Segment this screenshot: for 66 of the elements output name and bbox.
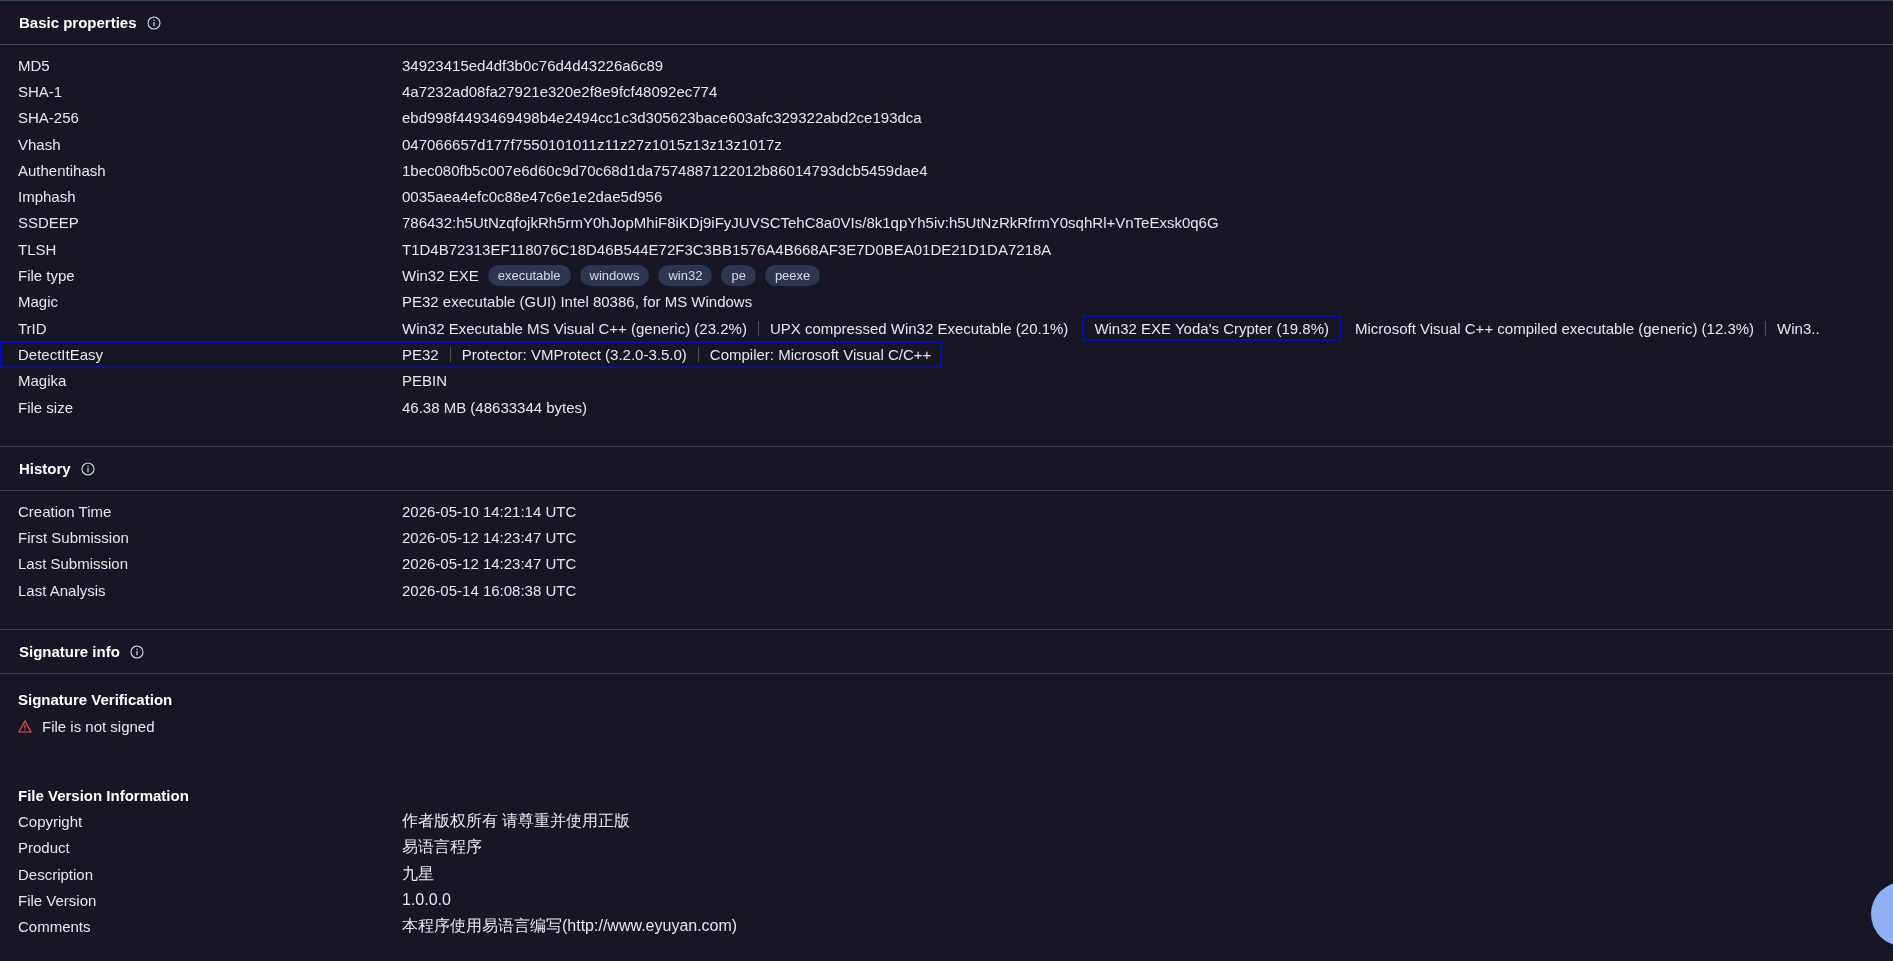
property-value: 786432:h5UtNzqfojkRh5rmY0hJopMhiF8iKDj9iFyJUVSCTehC8a0VIs/8k1qpYh5iv:h5UtNzRkRfrmY0sqhRl+VnTeExsk0q6G — [402, 214, 1219, 232]
property-value: T1D4B72313EF118076C18D46B544E72F3C3BB1576A4B668AF3E7D0BEA01DE21D1DA7218A — [402, 240, 1052, 258]
property-label: SSDEEP — [17, 214, 80, 232]
info-icon[interactable] — [146, 15, 161, 30]
property-label: SHA-1 — [17, 82, 64, 100]
property-label: MD5 — [17, 56, 51, 74]
property-label: TrID — [17, 319, 48, 337]
property-value: Win32 EXE — [402, 267, 479, 284]
property-value: Compiler: Microsoft Visual C/C++ — [708, 344, 933, 365]
property-label: File type — [17, 267, 76, 284]
property-label: Last Analysis — [17, 581, 107, 599]
highlighted-value: Win32 EXE Yoda's Crypter (19.8%) — [1082, 315, 1342, 342]
info-icon[interactable] — [80, 461, 95, 476]
property-value: 2026-05-14 16:08:38 UTC — [402, 581, 577, 599]
property-label: SHA-256 — [17, 109, 80, 127]
subsection-heading: File Version Information — [18, 785, 190, 806]
property-value: 1.0.0.0 — [402, 891, 452, 910]
property-label: File size — [17, 398, 74, 416]
property-value: ebd998f4493469498b4e2494cc1c3d305623bace603afc329322abd2ce193dca — [402, 109, 922, 127]
property-value: Protector: VMProtect (3.2.0-3.5.0) — [460, 344, 688, 365]
property-label: Authentihash — [17, 161, 107, 179]
property-label: Vhash — [17, 135, 62, 153]
tag[interactable]: executable — [487, 265, 571, 286]
property-value: Win32 Executable MS Visual C++ (generic) (23.2%) — [402, 318, 748, 339]
property-label: First Submission — [17, 529, 130, 547]
property-label: Last Submission — [17, 555, 130, 573]
tag[interactable]: pe — [721, 265, 756, 286]
property-value: 047066657d177f7550101011z11z27z1015z13z13z1017z — [402, 135, 782, 153]
subsection-heading: Signature Verification — [18, 689, 174, 710]
property-label: Imphash — [17, 188, 77, 206]
info-icon[interactable] — [129, 644, 144, 659]
property-value: 0035aea4efc0c88e47c6e1e2dae5d956 — [402, 188, 663, 206]
property-value: 本程序使用易语言编写(http://www.eyuyan.com) — [402, 916, 739, 937]
property-value: PEBIN — [402, 372, 447, 390]
tag[interactable]: win32 — [658, 265, 713, 286]
property-value: 九星 — [402, 863, 435, 884]
property-label: Magika — [17, 372, 68, 390]
property-label: Description — [18, 865, 95, 883]
property-value: 2026-05-10 14:21:14 UTC — [402, 502, 577, 520]
property-value: 易语言程序 — [402, 837, 483, 858]
property-value: 4a7232ad08fa27921e320e2f8e9fcf48092ec774 — [402, 82, 718, 100]
property-value: 2026-05-12 14:23:47 UTC — [402, 529, 577, 547]
property-value: PE32 — [402, 344, 440, 365]
status-text: File is not signed — [42, 717, 155, 735]
property-value: 2026-05-12 14:23:47 UTC — [402, 555, 577, 573]
property-value: Microsoft Visual C++ compiled executable (generic) (12.3%) — [1354, 318, 1756, 339]
property-value: 34923415ed4df3b0c76d4d43226a6c89 — [402, 56, 664, 74]
tag[interactable]: peexe — [764, 265, 821, 286]
property-value: PE32 executable (GUI) Intel 80386, for MS Windows — [402, 293, 753, 311]
property-label: File Version — [18, 891, 98, 909]
property-label: Product — [18, 839, 71, 857]
section-title: History — [19, 460, 71, 478]
property-label: Magic — [17, 293, 59, 311]
property-label: Comments — [18, 918, 92, 936]
property-label: DetectItEasy — [17, 345, 105, 363]
property-value: UPX compressed Win32 Executable (20.1%) — [768, 318, 1070, 339]
property-label: Creation Time — [17, 502, 113, 520]
property-value: 1bec080fb5c007e6d60c9d70c68d1da7574887122012b86014793dcb5459dae4 — [402, 161, 928, 179]
property-value: 46.38 MB (48633344 bytes) — [402, 398, 588, 416]
property-value: 作者版权所有 请尊重并使用正版 — [402, 811, 632, 831]
tag[interactable]: windows — [579, 265, 650, 286]
section-title: Basic properties — [19, 14, 137, 31]
property-label: TLSH — [17, 240, 58, 258]
property-value: Win3.. — [1776, 318, 1821, 339]
section-title: Signature info — [19, 643, 120, 661]
property-label: Copyright — [18, 813, 84, 830]
